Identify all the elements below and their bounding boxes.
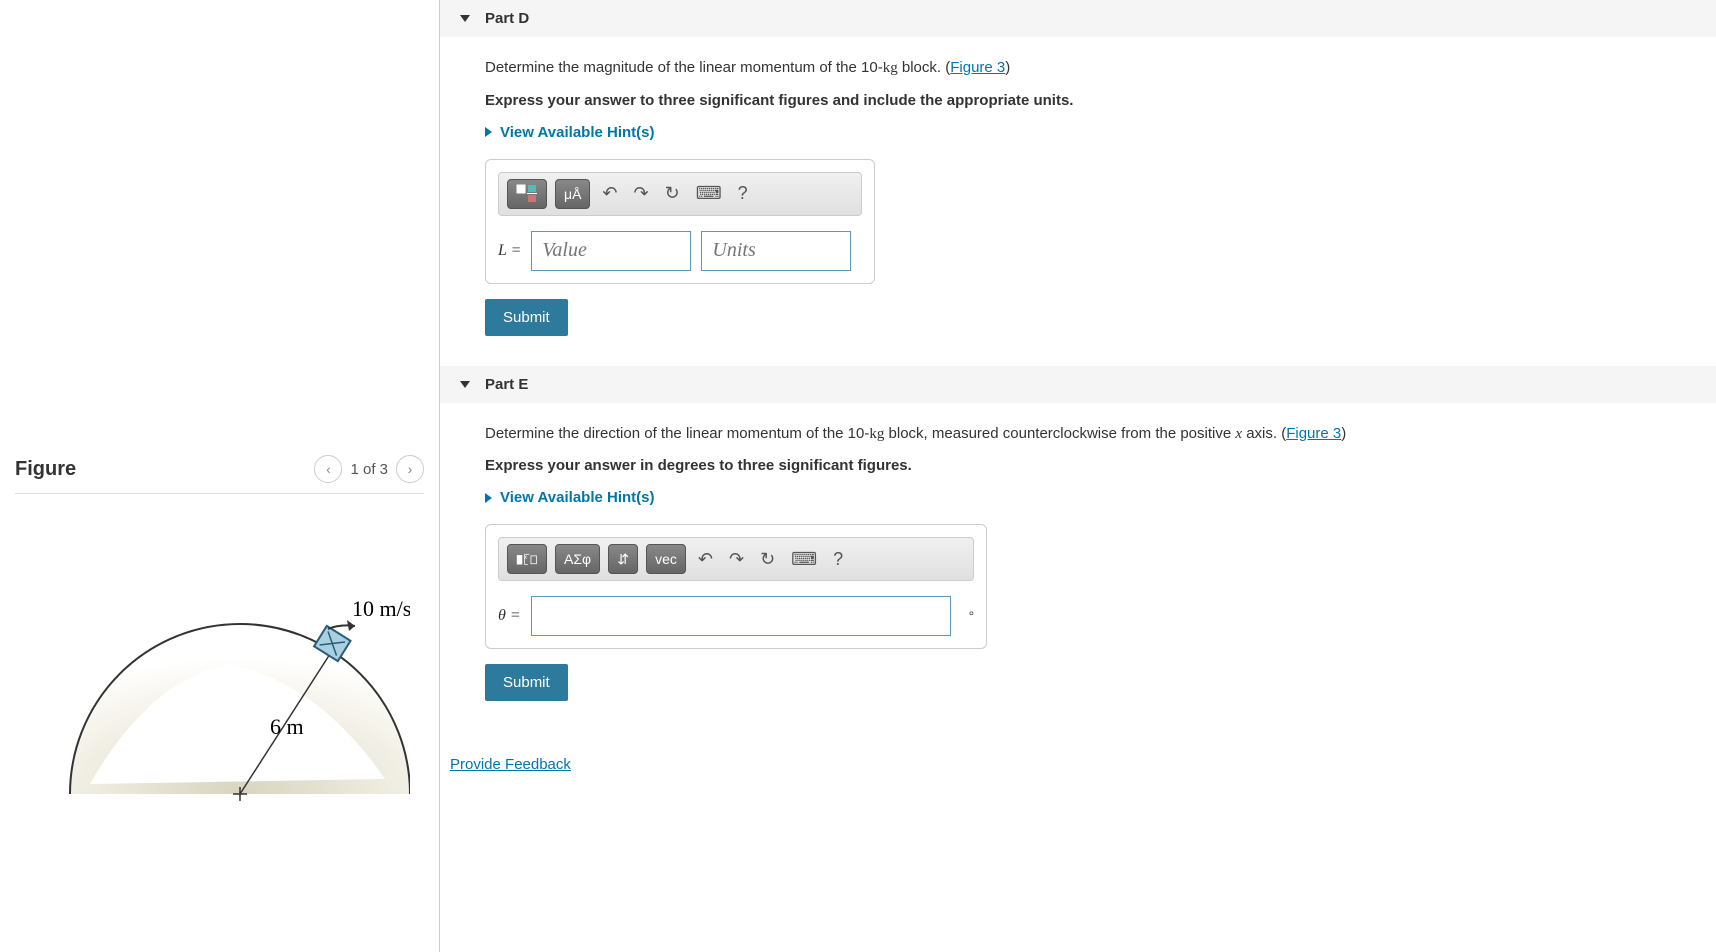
figure-title: Figure <box>15 458 76 481</box>
part-d-hints-toggle[interactable]: View Available Hint(s) <box>485 124 1671 141</box>
part-d-section: Part D <box>440 0 1716 37</box>
figure-nav: ‹ 1 of 3 › <box>314 455 424 483</box>
keyboard-icon[interactable]: ⌨ <box>692 183 726 204</box>
fraction-tool-button[interactable] <box>507 179 547 209</box>
part-d-title: Part D <box>485 10 529 27</box>
part-e-title: Part E <box>485 376 528 393</box>
provide-feedback-link[interactable]: Provide Feedback <box>440 731 581 798</box>
caret-right-icon <box>485 493 492 503</box>
part-d-prompt: Determine the magnitude of the linear mo… <box>485 57 1671 80</box>
part-e-section: Part E <box>440 366 1716 403</box>
part-e-variable: θ = <box>498 607 521 625</box>
figure-3-link[interactable]: Figure 3 <box>1286 425 1341 442</box>
greek-tool-button[interactable]: ΑΣφ <box>555 544 600 574</box>
reset-icon[interactable]: ↻ <box>756 549 779 570</box>
part-e-body: Determine the direction of the linear mo… <box>440 403 1716 732</box>
redo-icon[interactable]: ↷ <box>630 183 653 204</box>
caret-right-icon <box>485 127 492 137</box>
part-e-submit-button[interactable]: Submit <box>485 664 568 701</box>
caret-down-icon <box>460 15 470 22</box>
theta-input[interactable] <box>531 596 951 636</box>
caret-down-icon <box>460 381 470 388</box>
undo-icon[interactable]: ↶ <box>598 183 621 204</box>
main-content: Part D Determine the magnitude of the li… <box>440 0 1716 952</box>
value-input[interactable] <box>531 231 691 271</box>
reset-icon[interactable]: ↻ <box>661 183 684 204</box>
part-d-answer-box: μÅ ↶ ↷ ↻ ⌨ ? L = <box>485 159 875 284</box>
part-e-answer-box: x ΑΣφ ⇵ vec ↶ ↷ ↻ ⌨ ? θ = ° <box>485 524 987 649</box>
part-d-header[interactable]: Part D <box>440 0 1716 37</box>
part-e-header[interactable]: Part E <box>440 366 1716 403</box>
undo-icon[interactable]: ↶ <box>694 549 717 570</box>
part-d-toolbar: μÅ ↶ ↷ ↻ ⌨ ? <box>498 172 862 216</box>
part-e-toolbar: x ΑΣφ ⇵ vec ↶ ↷ ↻ ⌨ ? <box>498 537 974 581</box>
radius-label: 6 m <box>270 714 304 739</box>
part-d-body: Determine the magnitude of the linear mo… <box>440 37 1716 366</box>
units-tool-button[interactable]: μÅ <box>555 179 590 209</box>
part-d-instruction: Express your answer to three significant… <box>485 92 1671 109</box>
figure-3-link[interactable]: Figure 3 <box>950 59 1005 76</box>
vector-tool-button[interactable]: vec <box>646 544 686 574</box>
keyboard-icon[interactable]: ⌨ <box>787 549 821 570</box>
figure-panel: Figure ‹ 1 of 3 › 6 m <box>0 0 440 952</box>
units-input[interactable] <box>701 231 851 271</box>
figure-counter: 1 of 3 <box>350 461 388 478</box>
next-figure-button[interactable]: › <box>396 455 424 483</box>
help-icon[interactable]: ? <box>734 183 752 204</box>
degree-symbol: ° <box>969 608 975 624</box>
part-e-instruction: Express your answer in degrees to three … <box>485 457 1671 474</box>
part-d-variable: L = <box>498 242 521 260</box>
part-e-prompt: Determine the direction of the linear mo… <box>485 423 1671 446</box>
figure-image: 6 m 10 m/s <box>15 554 424 814</box>
part-e-hints-toggle[interactable]: View Available Hint(s) <box>485 489 1671 506</box>
subscript-tool-button[interactable]: ⇵ <box>608 544 638 574</box>
templates-tool-button[interactable]: x <box>507 544 547 574</box>
help-icon[interactable]: ? <box>829 549 847 570</box>
redo-icon[interactable]: ↷ <box>725 549 748 570</box>
velocity-label: 10 m/s <box>352 596 410 621</box>
part-d-submit-button[interactable]: Submit <box>485 299 568 336</box>
prev-figure-button[interactable]: ‹ <box>314 455 342 483</box>
